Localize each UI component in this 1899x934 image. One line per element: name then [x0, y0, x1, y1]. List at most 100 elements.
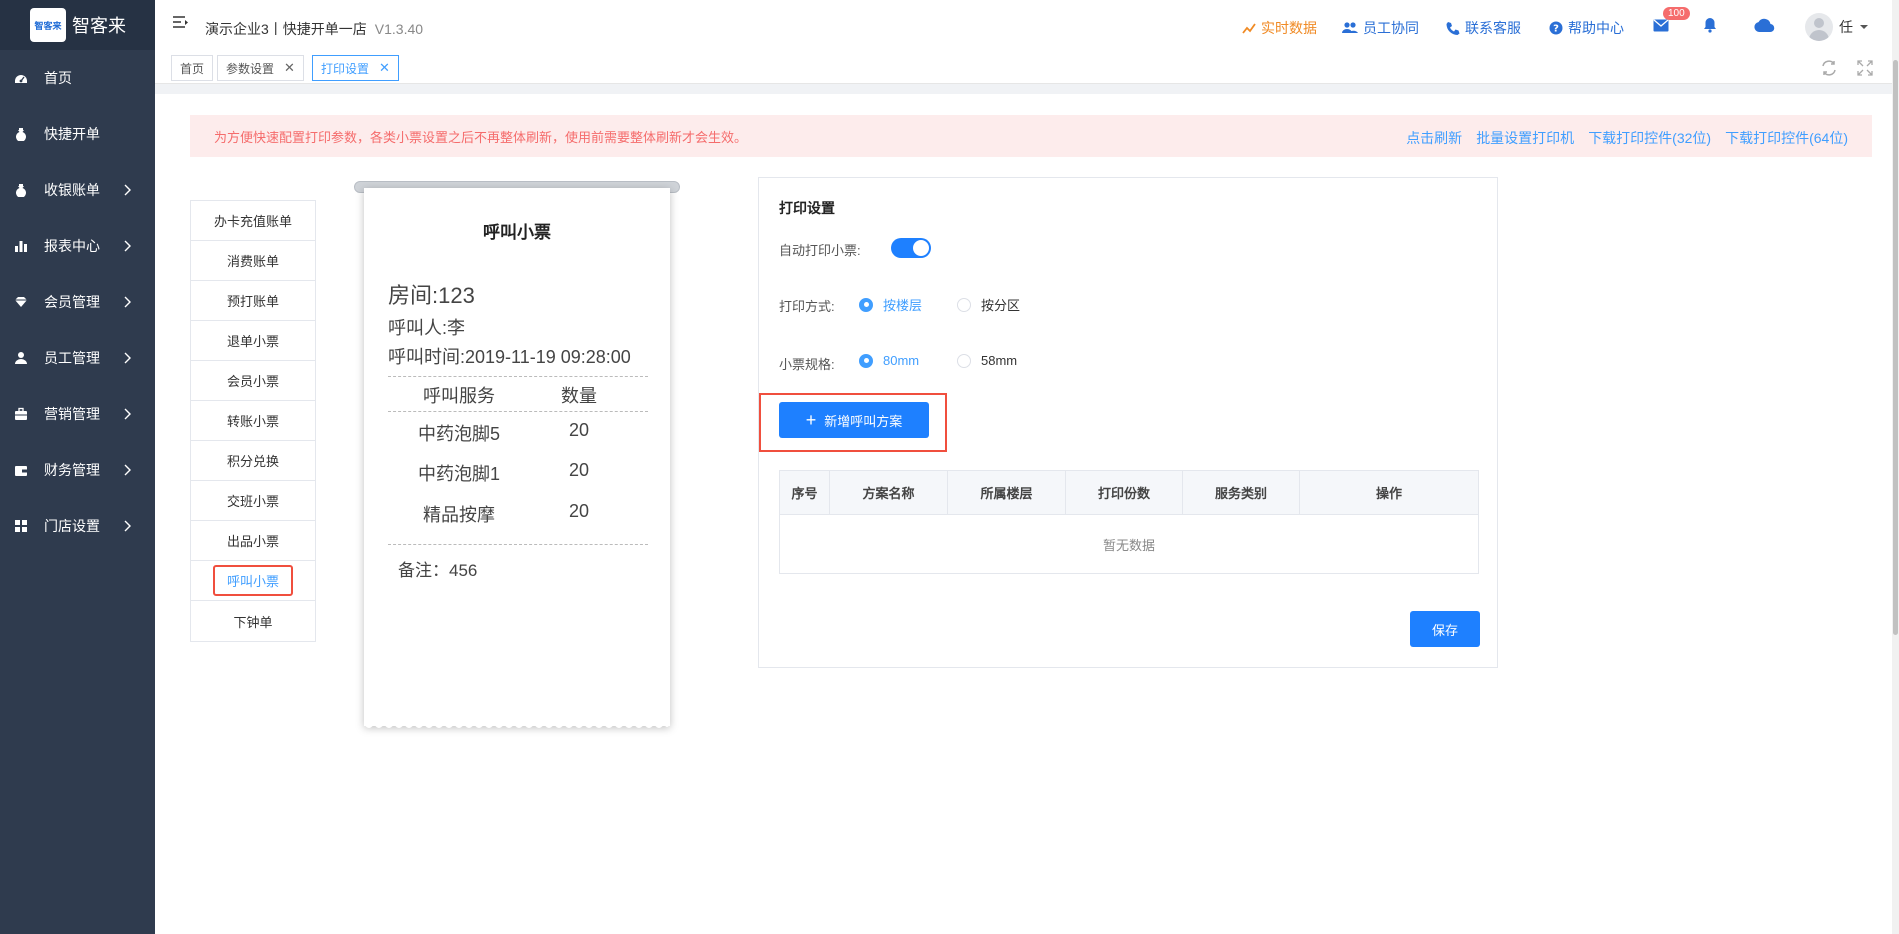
- panel-title: 打印设置: [779, 200, 835, 216]
- receipt-time: 呼叫时间:2019-11-19 09:28:00: [388, 347, 631, 367]
- sidebar-item-label: 会员管理: [44, 294, 100, 310]
- list-item[interactable]: 转账小票: [191, 401, 315, 441]
- save-button[interactable]: 保存: [1410, 611, 1480, 647]
- sidebar-item-quick-order[interactable]: 快捷开单: [0, 106, 155, 162]
- notice-bar: 为方便快速配置打印参数，各类小票设置之后不再整体刷新，使用前需要整体刷新才会生效…: [190, 115, 1872, 157]
- list-item[interactable]: 办卡充值账单: [191, 201, 315, 241]
- notice-links: 点击刷新 批量设置打印机 下载打印控件(32位) 下载打印控件(64位): [1406, 128, 1848, 148]
- batch-set-printer-link[interactable]: 批量设置打印机: [1476, 128, 1574, 148]
- diamond-icon: [14, 295, 28, 309]
- list-item[interactable]: 消费账单: [191, 241, 315, 281]
- receipt-torn-edge: [364, 724, 670, 728]
- tab-bar: 首页 参数设置 ✕ 打印设置 ✕: [155, 54, 1899, 84]
- radio-dot: [957, 297, 971, 312]
- list-item[interactable]: 出品小票: [191, 521, 315, 561]
- chevron-right-icon: [124, 296, 131, 308]
- trend-icon: [1242, 23, 1256, 34]
- auto-print-toggle[interactable]: [891, 238, 931, 258]
- list-item[interactable]: 预打账单: [191, 281, 315, 321]
- sidebar-item-label: 门店设置: [44, 518, 100, 534]
- divider: [388, 544, 648, 545]
- sidebar-item-reports[interactable]: 报表中心: [0, 218, 155, 274]
- sidebar: 智客来 智客来 首页 快捷开单 收银账单 报表中心 会员管理 员工管理 营销管理…: [0, 0, 155, 934]
- users-icon: [1342, 22, 1358, 33]
- refresh-link[interactable]: 点击刷新: [1406, 128, 1462, 148]
- sidebar-item-finance[interactable]: 财务管理: [0, 442, 155, 498]
- caret-down-icon: [1860, 25, 1868, 29]
- receipt-room: 房间:123: [388, 283, 475, 308]
- scrollbar-thumb[interactable]: [1893, 60, 1898, 635]
- contact-support-link[interactable]: 联系客服: [1446, 18, 1521, 38]
- receipt-row-service: 中药泡脚5: [417, 424, 500, 444]
- radio-by-zone[interactable]: 按分区: [957, 295, 1020, 314]
- tab-param-settings[interactable]: 参数设置 ✕: [217, 55, 304, 81]
- list-item[interactable]: 交班小票: [191, 481, 315, 521]
- bell-icon[interactable]: [1703, 17, 1717, 33]
- user-name: 任: [1839, 19, 1853, 35]
- download-plugin-64-link[interactable]: 下载打印控件(64位): [1725, 128, 1848, 148]
- radio-80mm[interactable]: 80mm: [859, 353, 919, 368]
- content-divider: [155, 84, 1899, 94]
- mail-badge: 100: [1663, 7, 1690, 20]
- col-floor: 所属楼层: [948, 471, 1066, 514]
- table-empty-text: 暂无数据: [1102, 537, 1155, 553]
- ticket-size-label: 小票规格:: [779, 357, 835, 372]
- money-bag-icon: [14, 127, 28, 141]
- staff-collab-link[interactable]: 员工协同: [1342, 18, 1419, 38]
- cloud-icon[interactable]: [1753, 18, 1775, 33]
- sidebar-item-members[interactable]: 会员管理: [0, 274, 155, 330]
- sidebar-item-marketing[interactable]: 营销管理: [0, 386, 155, 442]
- list-item[interactable]: 积分兑换: [191, 441, 315, 481]
- receipt-preview: 呼叫小票 房间:123 呼叫人:李 呼叫时间:2019-11-19 09:28:…: [364, 188, 670, 728]
- chevron-right-icon: [124, 184, 131, 196]
- sidebar-item-label: 员工管理: [44, 350, 100, 366]
- scrollbar[interactable]: [1892, 0, 1899, 934]
- realtime-data-link[interactable]: 实时数据: [1242, 18, 1317, 38]
- tab-print-settings[interactable]: 打印设置 ✕: [312, 55, 399, 81]
- list-item[interactable]: 退单小票: [191, 321, 315, 361]
- radio-dot: [859, 297, 873, 312]
- chevron-right-icon: [124, 464, 131, 476]
- logo-icon: 智客来: [30, 8, 66, 42]
- sidebar-item-staff[interactable]: 员工管理: [0, 330, 155, 386]
- mail-button[interactable]: 100: [1653, 7, 1690, 35]
- add-call-plan-button[interactable]: + 新增呼叫方案: [779, 402, 929, 438]
- fullscreen-icon[interactable]: [1857, 60, 1873, 76]
- list-item-selected[interactable]: 呼叫小票: [191, 561, 315, 601]
- list-item[interactable]: 会员小票: [191, 361, 315, 401]
- sidebar-item-store-settings[interactable]: 门店设置: [0, 498, 155, 554]
- sidebar-item-label: 收银账单: [44, 182, 100, 198]
- sidebar-item-home[interactable]: 首页: [0, 50, 155, 106]
- refresh-icon[interactable]: [1821, 60, 1837, 76]
- col-service-type: 服务类别: [1183, 471, 1300, 514]
- download-plugin-32-link[interactable]: 下载打印控件(32位): [1588, 128, 1711, 148]
- radio-by-floor[interactable]: 按楼层: [859, 295, 922, 314]
- help-center-link[interactable]: ? 帮助中心: [1549, 18, 1624, 38]
- close-icon[interactable]: ✕: [284, 60, 295, 76]
- radio-dot: [957, 353, 971, 368]
- receipt-note: 备注：456: [398, 561, 478, 580]
- receipt-caller: 呼叫人:李: [388, 318, 466, 338]
- radio-58mm[interactable]: 58mm: [957, 353, 1017, 368]
- list-item[interactable]: 下钟单: [191, 601, 315, 641]
- user-menu[interactable]: 任: [1805, 13, 1869, 41]
- radio-dot: [859, 353, 873, 368]
- col-actions: 操作: [1375, 486, 1402, 501]
- logo-text: 智客来: [72, 16, 126, 36]
- tab-home[interactable]: 首页: [171, 55, 214, 81]
- chevron-right-icon: [124, 352, 131, 364]
- receipt-row-qty: 20: [568, 420, 590, 440]
- toggle-knob: [913, 240, 929, 256]
- briefcase-icon: [14, 407, 28, 421]
- divider: [388, 376, 648, 377]
- user-icon: [14, 351, 28, 365]
- version-label: V1.3.40: [374, 21, 424, 37]
- menu-toggle-icon[interactable]: [172, 14, 190, 32]
- col-index: 序号: [780, 471, 830, 514]
- logo-bar: 智客来 智客来: [0, 0, 155, 50]
- table-header: 序号 方案名称 所属楼层 打印份数 服务类别 操作: [780, 471, 1478, 515]
- close-icon[interactable]: ✕: [379, 60, 390, 76]
- sidebar-item-cashier-bills[interactable]: 收银账单: [0, 162, 155, 218]
- wallet-icon: [14, 463, 28, 477]
- receipt-row-service: 中药泡脚1: [417, 464, 500, 484]
